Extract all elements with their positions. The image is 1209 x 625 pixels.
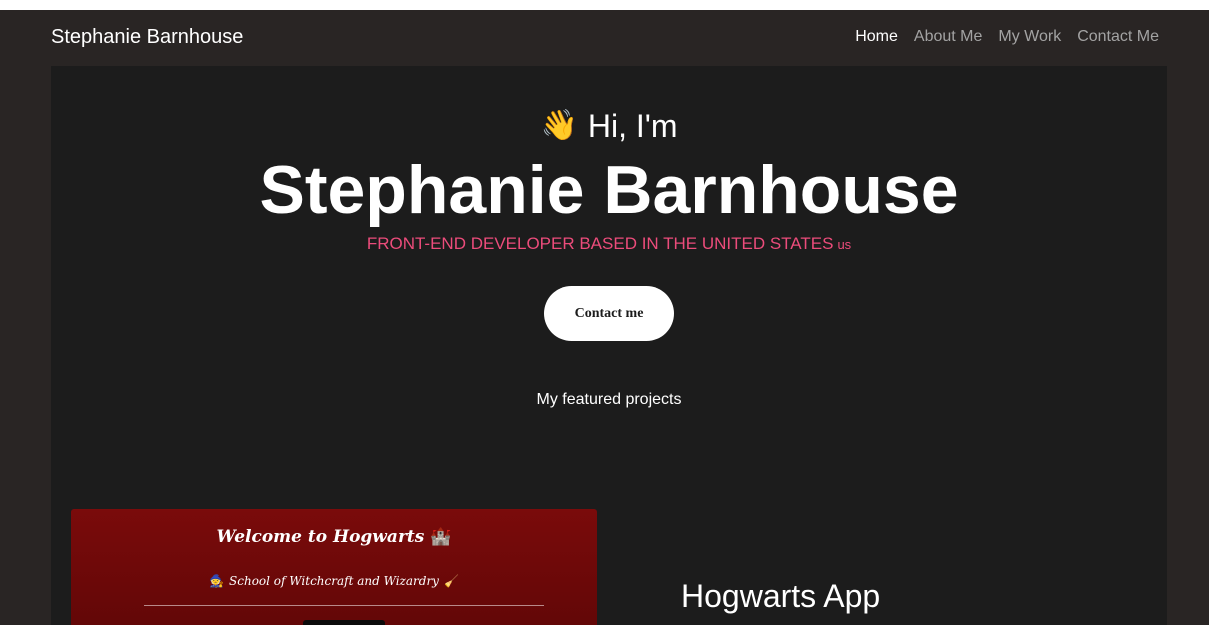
preview-divider bbox=[144, 605, 544, 606]
hero-section: 👋 Hi, I'm Stephanie Barnhouse FRONT-END D… bbox=[51, 66, 1167, 625]
project-title: Hogwarts App bbox=[681, 578, 881, 614]
contact-me-button[interactable]: Contact me bbox=[544, 286, 674, 341]
wizard-icon: 🧙 bbox=[209, 574, 225, 588]
castle-icon: 🏰 bbox=[430, 527, 452, 547]
hero-name: Stephanie Barnhouse bbox=[259, 152, 959, 228]
nav-link-contact-me[interactable]: Contact Me bbox=[1077, 28, 1159, 46]
tagline: FRONT-END DEVELOPER BASED IN THE UNITED … bbox=[51, 234, 1167, 254]
nav-link-my-work[interactable]: My Work bbox=[998, 28, 1061, 46]
navbar: Stephanie Barnhouse Home About Me My Wor… bbox=[0, 10, 1209, 66]
waving-hand-icon: 👋 bbox=[540, 109, 578, 142]
us-flag-icon: us bbox=[837, 237, 852, 252]
nav-link-about-me[interactable]: About Me bbox=[914, 28, 982, 46]
page: Stephanie Barnhouse Home About Me My Wor… bbox=[0, 10, 1209, 625]
nav-links: Home About Me My Work Contact Me bbox=[839, 28, 1159, 46]
greeting-text: Hi, I'm bbox=[587, 108, 678, 144]
brand-link[interactable]: Stephanie Barnhouse bbox=[51, 26, 243, 49]
nav-link-home[interactable]: Home bbox=[855, 28, 898, 46]
tagline-text: FRONT-END DEVELOPER BASED IN THE UNITED … bbox=[366, 234, 834, 253]
greeting: 👋 Hi, I'm bbox=[51, 108, 1167, 144]
featured-projects-heading: My featured projects bbox=[536, 391, 682, 408]
preview-subtitle: 🧙 School of Witchcraft and Wizardry 🧹 bbox=[71, 574, 597, 588]
preview-title-text: Welcome to Hogwarts bbox=[216, 527, 425, 547]
broom-icon: 🧹 bbox=[443, 574, 459, 588]
browser-top-strip bbox=[0, 0, 1209, 10]
preview-button bbox=[303, 620, 385, 625]
preview-subtitle-text: School of Witchcraft and Wizardry bbox=[229, 574, 439, 588]
project-preview-image[interactable]: Welcome to Hogwarts 🏰 🧙 School of Witchcra… bbox=[71, 509, 597, 625]
preview-title: Welcome to Hogwarts 🏰 bbox=[71, 527, 597, 547]
